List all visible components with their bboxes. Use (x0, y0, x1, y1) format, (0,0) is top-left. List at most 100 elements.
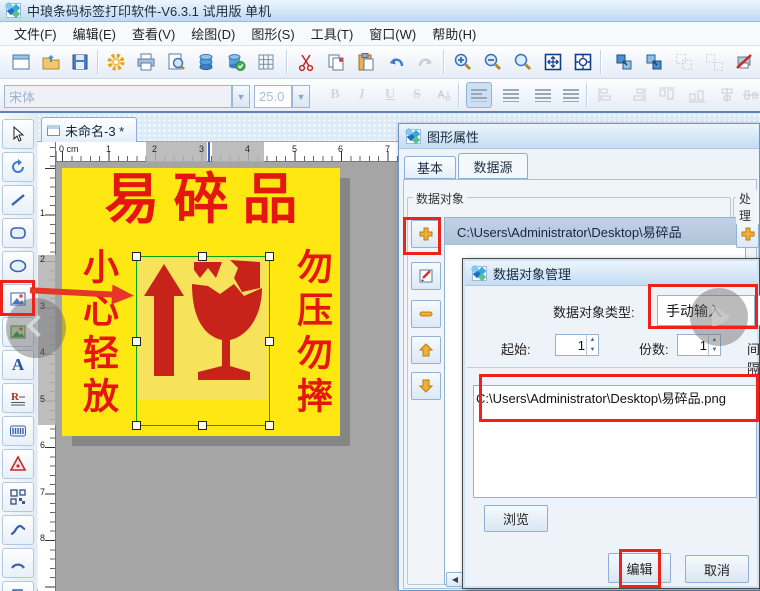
menu-draw[interactable]: 绘图(D) (183, 22, 243, 45)
align-right-button[interactable] (530, 82, 556, 108)
menu-tools[interactable]: 工具(T) (303, 22, 362, 45)
left-caption-text[interactable]: 小心轻放 (72, 248, 124, 420)
tool-polygon-button[interactable] (2, 581, 34, 591)
distribute-top-icon[interactable] (654, 82, 680, 108)
database-icon[interactable] (193, 49, 219, 75)
menu-shape[interactable]: 图形(S) (243, 22, 302, 45)
bring-forward-icon[interactable] (611, 49, 637, 75)
format-toolbar: 宋体 ▼ 25.0 ▼ B I U S (0, 79, 760, 113)
tool-rotate-button[interactable] (2, 152, 34, 182)
tool-select-button[interactable] (2, 119, 34, 149)
bold-button[interactable]: B (322, 82, 348, 108)
svg-text:R: R (11, 391, 20, 403)
selection-handle[interactable] (132, 337, 141, 346)
tool-arc-button[interactable] (2, 548, 34, 578)
tool-richtext-button[interactable]: R (2, 383, 34, 413)
tab-datasource[interactable]: 数据源 (458, 153, 528, 179)
align-left-button[interactable] (466, 82, 492, 108)
tool-warning-shape-button[interactable] (2, 449, 34, 479)
menu-edit[interactable]: 编辑(E) (65, 22, 124, 45)
settings-icon[interactable] (103, 49, 129, 75)
ungroup-icon[interactable] (701, 49, 727, 75)
font-name-dropdown-icon[interactable]: ▼ (232, 85, 250, 108)
data-object-list-item[interactable]: C:\Users\Administrator\Desktop\易碎品 (445, 218, 745, 245)
data-object-manager-title-bar[interactable]: 数据对象管理 (465, 261, 757, 286)
graphic-properties-title-bar[interactable]: 图形属性 (399, 124, 759, 149)
window-title: 中琅条码标签打印软件-V6.3.1 试用版 单机 (27, 1, 271, 20)
font-size-dropdown-icon[interactable]: ▼ (292, 85, 310, 108)
font-name-select[interactable]: 宋体 (4, 85, 232, 108)
font-size-select[interactable]: 25.0 (254, 85, 292, 108)
kerning-icon[interactable] (431, 82, 457, 108)
zoom-out-icon[interactable] (480, 49, 506, 75)
browse-button[interactable]: 浏览 (484, 505, 548, 532)
distribute-left-icon[interactable] (594, 82, 620, 108)
distribute-h-center-icon[interactable] (714, 82, 740, 108)
database-sync-icon[interactable] (223, 49, 249, 75)
edit-data-object-button[interactable] (411, 262, 441, 290)
undo-icon[interactable] (383, 49, 409, 75)
menu-view[interactable]: 查看(V) (124, 22, 183, 45)
selection-handle[interactable] (198, 252, 207, 261)
move-up-button[interactable] (411, 336, 441, 364)
tool-barcode-button[interactable] (2, 416, 34, 446)
menu-help[interactable]: 帮助(H) (424, 22, 484, 45)
menu-file[interactable]: 文件(F) (6, 22, 65, 45)
align-justify-button[interactable] (558, 82, 584, 108)
spinner-arrows-icon[interactable]: ▲▼ (586, 335, 598, 355)
zoom-icon[interactable] (510, 49, 536, 75)
chevron-left-icon (27, 315, 50, 338)
grid-icon[interactable] (253, 49, 279, 75)
right-caption-text[interactable]: 勿压勿摔 (286, 248, 338, 420)
menu-window[interactable]: 窗口(W) (361, 22, 424, 45)
redo-icon[interactable] (413, 49, 439, 75)
fit-window-icon[interactable] (540, 49, 566, 75)
selection-handle[interactable] (132, 252, 141, 261)
tool-ellipse-button[interactable] (2, 251, 34, 281)
save-icon[interactable] (67, 49, 93, 75)
copy-icon[interactable] (323, 49, 349, 75)
title-bar: 中琅条码标签打印软件-V6.3.1 试用版 单机 (0, 0, 760, 22)
tool-curve-button[interactable] (2, 515, 34, 545)
interval-label: 间隔 (747, 339, 760, 377)
print-icon[interactable] (133, 49, 159, 75)
document-tab[interactable]: 未命名-3 * (41, 117, 137, 142)
distribute-bottom-icon[interactable] (684, 82, 710, 108)
group-icon[interactable] (671, 49, 697, 75)
start-spinner[interactable]: 1 ▲▼ (555, 334, 599, 356)
fragile-title-text[interactable]: 易碎品 (62, 168, 340, 232)
add-process-button[interactable] (736, 220, 759, 248)
remove-data-object-button[interactable] (411, 300, 441, 328)
selection-handle[interactable] (265, 337, 274, 346)
zoom-in-icon[interactable] (450, 49, 476, 75)
tool-line-button[interactable] (2, 185, 34, 215)
ruler-mark: 7 (385, 144, 390, 154)
tool-qrcode-button[interactable] (2, 482, 34, 512)
selection-handle[interactable] (132, 421, 141, 430)
new-document-icon[interactable] (8, 49, 34, 75)
align-center-button[interactable] (498, 82, 524, 108)
cut-icon[interactable] (293, 49, 319, 75)
underline-button[interactable]: U (377, 82, 403, 108)
send-backward-icon[interactable] (641, 49, 667, 75)
cancel-button[interactable]: 取消 (685, 555, 749, 583)
selection-handle[interactable] (198, 421, 207, 430)
ruler-mark: 6 (40, 440, 45, 450)
fit-selection-icon[interactable] (570, 49, 596, 75)
strikethrough-button[interactable]: S (404, 82, 430, 108)
distribute-right-icon[interactable] (624, 82, 650, 108)
selection-handle[interactable] (265, 252, 274, 261)
italic-button[interactable]: I (349, 82, 375, 108)
paste-icon[interactable] (353, 49, 379, 75)
data-object-manager-title: 数据对象管理 (493, 264, 571, 283)
distribute-v-center-icon[interactable] (738, 82, 760, 108)
app-logo-icon (406, 129, 421, 144)
selection-handle[interactable] (265, 421, 274, 430)
print-ignore-icon[interactable] (731, 49, 757, 75)
open-icon[interactable] (38, 49, 64, 75)
tool-rounded-rect-button[interactable] (2, 218, 34, 248)
print-preview-icon[interactable] (163, 49, 189, 75)
main-toolbar (0, 46, 760, 79)
move-down-button[interactable] (411, 372, 441, 400)
tab-basic[interactable]: 基本 (404, 156, 456, 179)
